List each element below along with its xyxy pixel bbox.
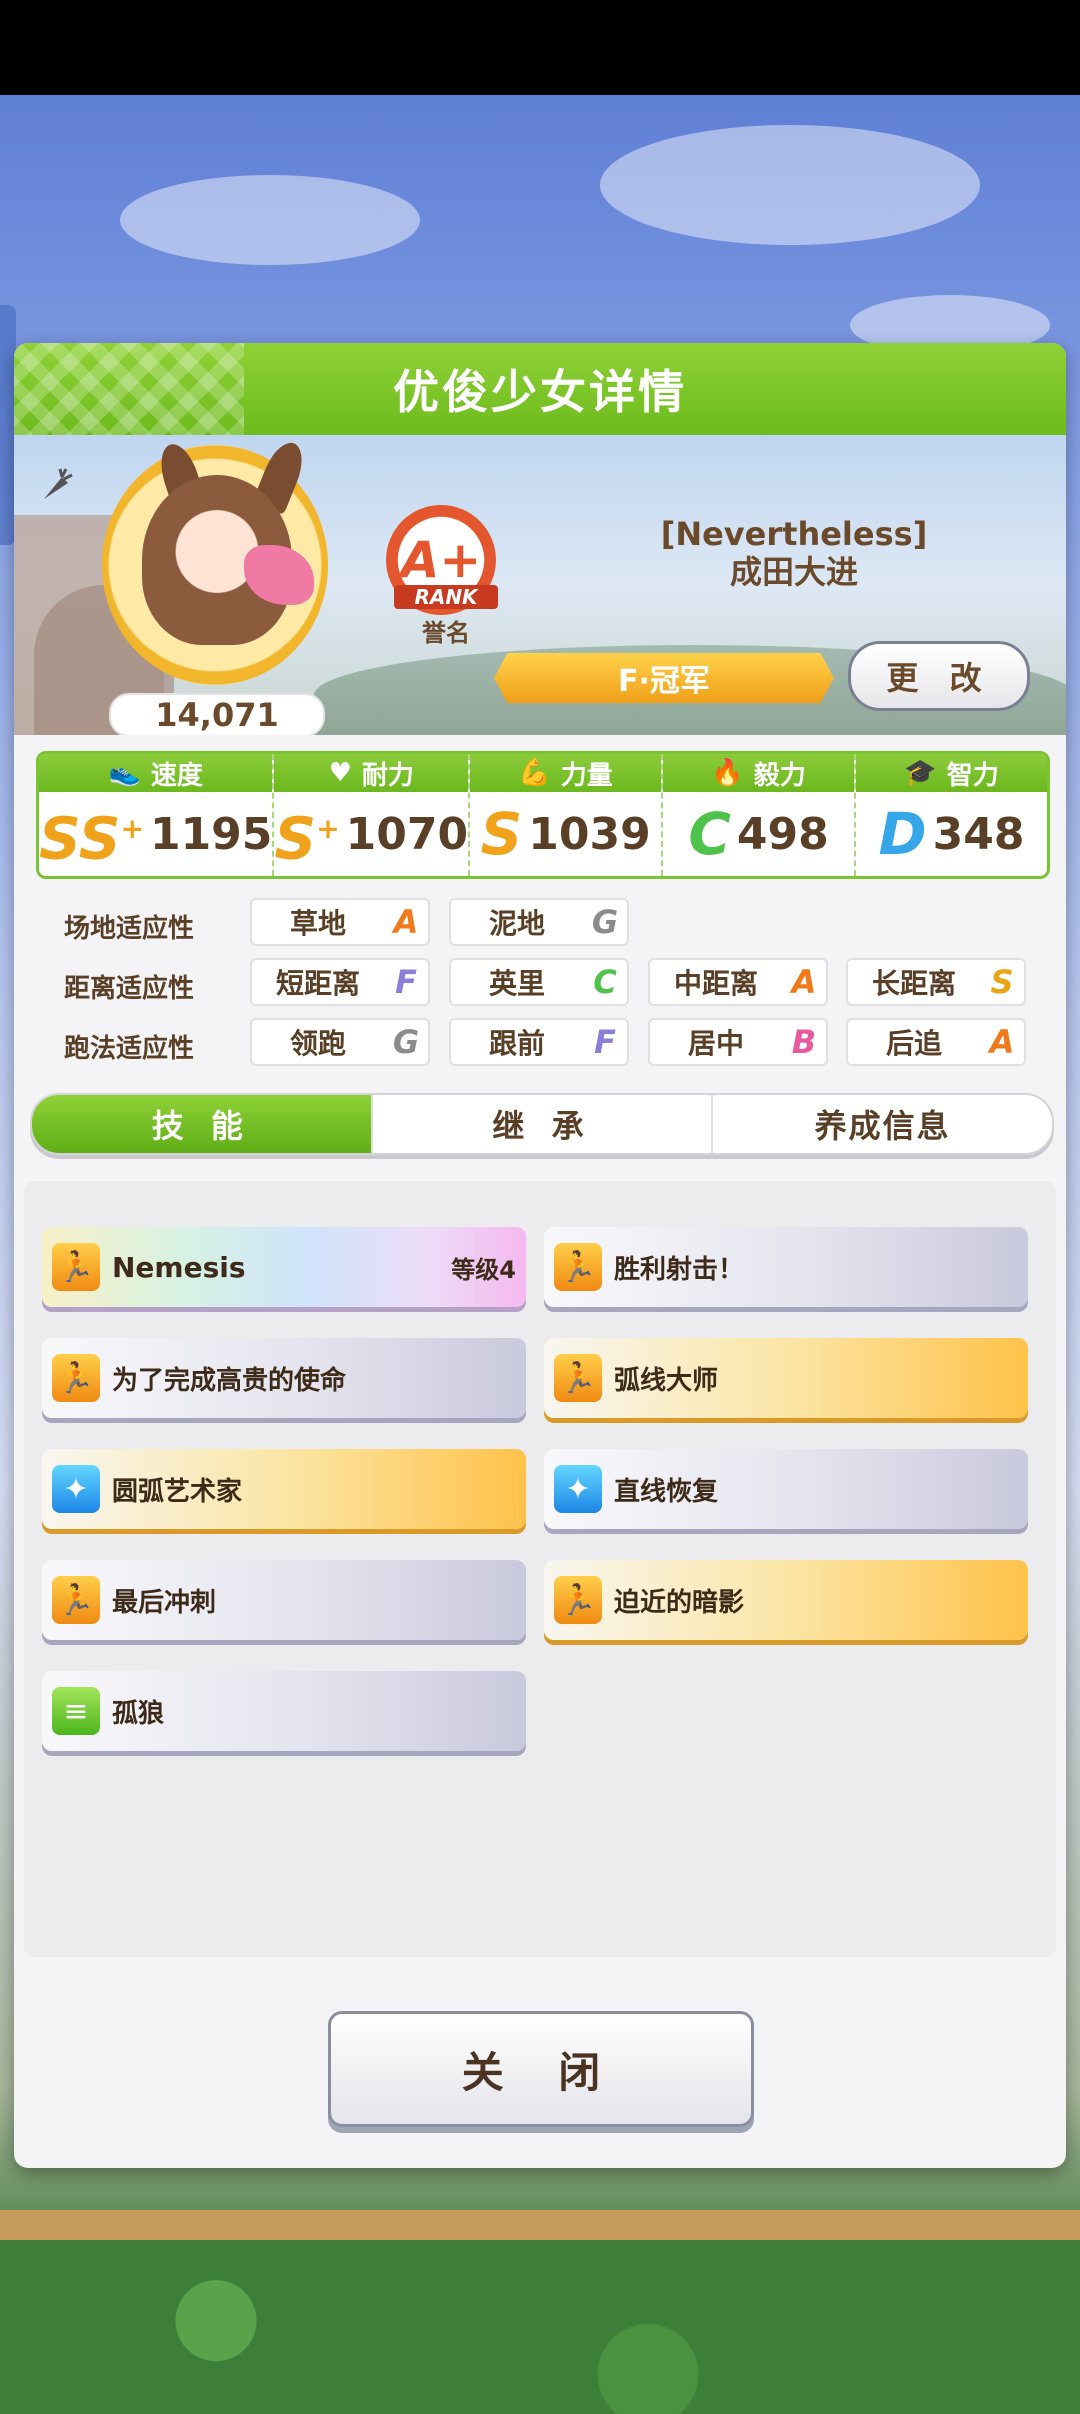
distance-aptitude-row: 距离适应性 短距离 F 英里 C 中距离 A 长距离 S (36, 958, 1044, 1008)
running-figure-icon: 🏃 (554, 1243, 602, 1291)
stat-value: 1039 (528, 808, 651, 860)
stat-grade: SS+ (39, 804, 144, 873)
stat-value: 348 (932, 808, 1025, 860)
skill-item[interactable]: ✦ 直线恢复 (544, 1449, 1028, 1529)
character-epithet: [Nevertheless] (660, 515, 928, 553)
dialog-title: 优俊少女详情 (14, 343, 1066, 435)
skill-level: 等级4 (451, 1255, 516, 1284)
skill-item[interactable]: 🏃 Nemesis 等级4 (42, 1227, 526, 1307)
running-figure-icon: 🏃 (52, 1576, 100, 1624)
track-aptitude-row: 场地适应性 草地 A 泥地 G (36, 898, 1044, 948)
stat-value: 1195 (149, 808, 273, 860)
flame-icon: 🔥 (711, 758, 744, 788)
close-button[interactable]: 关 闭 (328, 2011, 754, 2127)
skill-item[interactable]: 🏃 弧线大师 (544, 1338, 1028, 1418)
speed-icon: 👟 (108, 758, 141, 788)
character-epithet-block: [Nevertheless] 成田大进 (594, 515, 994, 591)
style-aptitude-row: 跑法适应性 领跑 G 跟前 F 居中 B 后追 A (36, 1018, 1044, 1068)
aptitude-late-surger: 居中 B (648, 1018, 828, 1066)
stat-grade: D (878, 800, 927, 868)
aptitude-medium: 中距离 A (648, 958, 828, 1006)
graduation-cap-icon: 🎓 (904, 758, 937, 788)
stat-speed: 👟 速度 SS+ 1195 (39, 754, 275, 876)
sparkle-recovery-icon: ✦ (554, 1465, 602, 1513)
stat-grade: C (688, 800, 731, 868)
rank-text: RANK (394, 585, 498, 609)
title-ribbon: F·冠军 (494, 653, 834, 703)
stats-panel: 👟 速度 SS+ 1195 ♥ 耐力 S+ 1070 💪 力量 S 1039 🔥 毅力 C 49… (36, 751, 1050, 879)
tab-skills[interactable]: 技 能 (32, 1095, 373, 1153)
stat-wisdom: 🎓 智力 D 348 (856, 754, 1047, 876)
stat-value: 498 (736, 808, 829, 860)
running-figure-icon: 🏃 (554, 1354, 602, 1402)
character-name: 成田大进 (729, 553, 858, 591)
aptitude-front-runner: 领跑 G (250, 1018, 430, 1066)
character-detail-dialog: 优俊少女详情 14,071 A+ RANK 誉名 [Nevertheless] … (14, 343, 1066, 2168)
aptitude-pace-chaser: 跟前 F (449, 1018, 629, 1066)
muscle-icon: 💪 (518, 758, 551, 788)
skill-item[interactable]: 🏃 胜利射击！ (544, 1227, 1028, 1307)
carrot-icon (44, 468, 73, 499)
detail-tabs: 技 能 继 承 养成信息 (30, 1093, 1054, 1155)
fan-count: 14,071 (109, 693, 325, 735)
sparkle-recovery-icon: ✦ (52, 1465, 100, 1513)
stat-power: 💪 力量 S 1039 (470, 754, 664, 876)
track-rail (0, 2210, 1080, 2240)
aptitude-mile: 英里 C (449, 958, 629, 1006)
skills-list: 🏃 Nemesis 等级4 🏃 胜利射击！ 🏃 为了完成高贵的使命 🏃 弧线大师… (24, 1181, 1056, 1957)
skill-item[interactable]: 🏃 迫近的暗影 (544, 1560, 1028, 1640)
rank-label: 誉名 (422, 619, 470, 647)
aptitude-end-closer: 后追 A (846, 1018, 1026, 1066)
skill-item[interactable]: 🏃 最后冲刺 (42, 1560, 526, 1640)
stat-guts: 🔥 毅力 C 498 (663, 754, 857, 876)
change-title-button[interactable]: 更 改 (848, 641, 1030, 711)
aptitude-dirt: 泥地 G (449, 898, 629, 946)
skill-item[interactable]: ✦ 圆弧艺术家 (42, 1449, 526, 1529)
running-figure-icon: 🏃 (52, 1243, 100, 1291)
stat-stamina: ♥ 耐力 S+ 1070 (274, 754, 471, 876)
skill-item[interactable]: ≡ 孤狼 (42, 1671, 526, 1751)
tab-inheritance[interactable]: 继 承 (373, 1095, 714, 1153)
profile-banner: 14,071 A+ RANK 誉名 [Nevertheless] 成田大进 F·… (14, 435, 1066, 735)
list-card-icon: ≡ (52, 1687, 100, 1735)
grass-field (0, 2240, 1080, 2414)
aptitude-long: 长距离 S (846, 958, 1026, 1006)
stat-grade: S+ (274, 804, 340, 873)
aptitude-sprint: 短距离 F (250, 958, 430, 1006)
stat-value: 1070 (345, 808, 469, 860)
running-figure-icon: 🏃 (52, 1354, 100, 1402)
running-figure-icon: 🏃 (554, 1576, 602, 1624)
aptitude-turf: 草地 A (250, 898, 430, 946)
skill-item[interactable]: 🏃 为了完成高贵的使命 (42, 1338, 526, 1418)
heart-icon: ♥ (328, 758, 352, 788)
tab-training-info[interactable]: 养成信息 (713, 1095, 1052, 1153)
stat-grade: S (480, 800, 523, 868)
